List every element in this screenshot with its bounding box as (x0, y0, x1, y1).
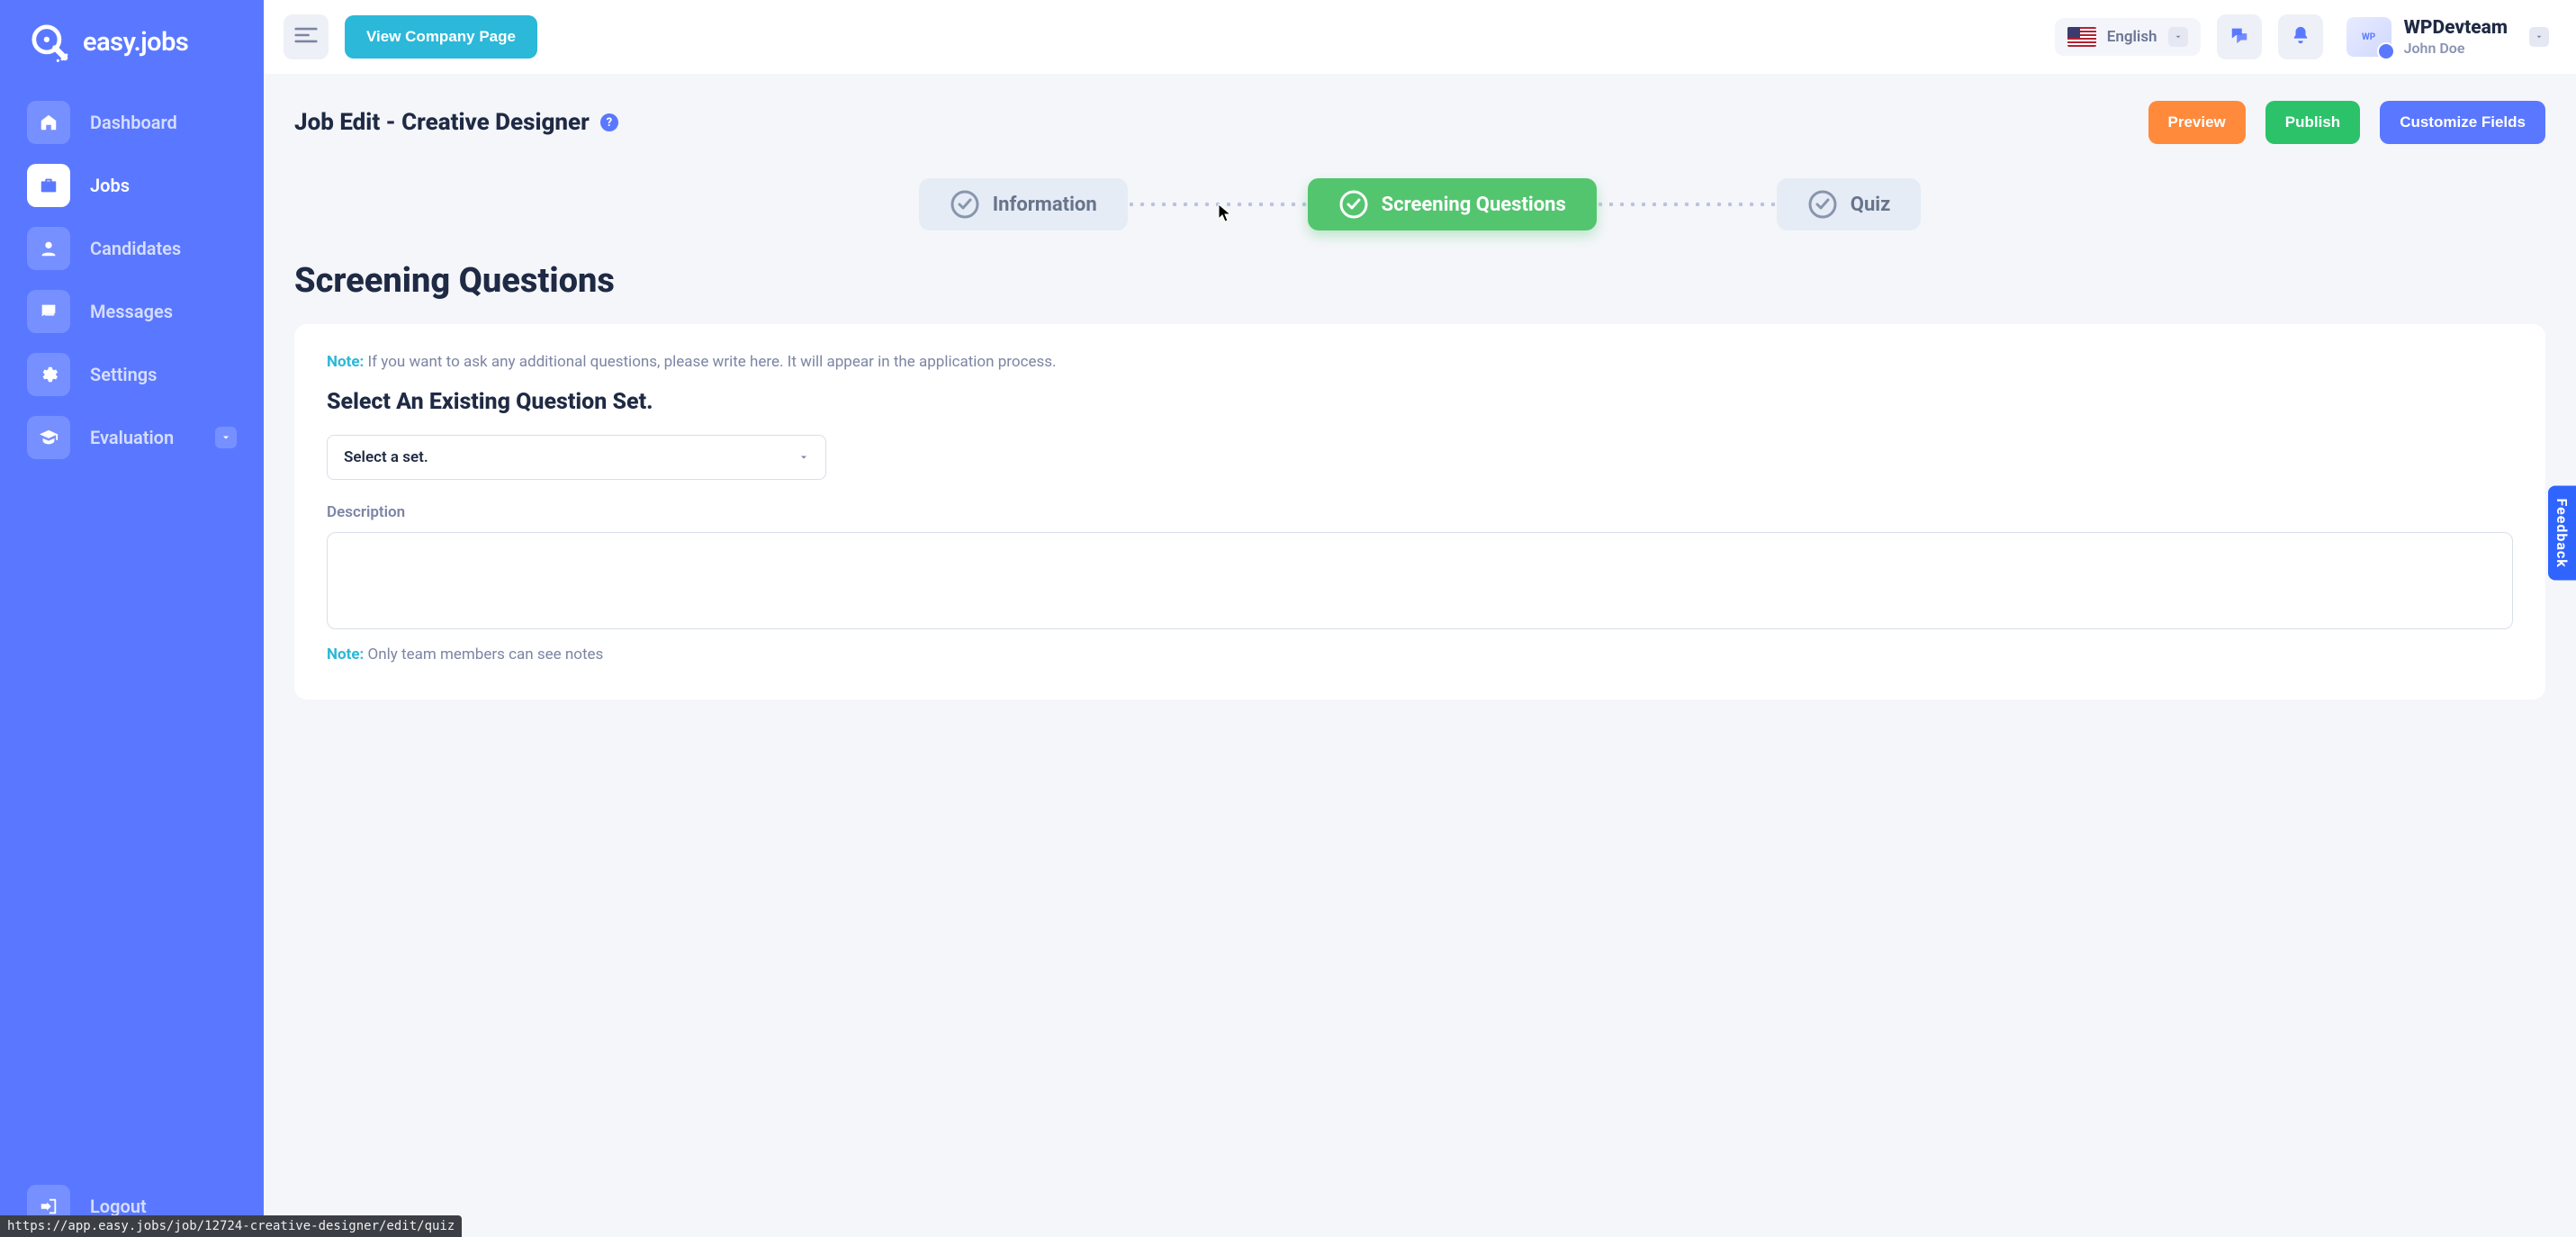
step-connector (1597, 202, 1777, 207)
sidebar-item-messages[interactable]: Messages (27, 290, 237, 333)
sidebar: easy.jobs Dashboard Jobs Candidates (0, 0, 264, 1237)
messages-button[interactable] (2217, 14, 2262, 59)
brand-name: easy.jobs (83, 27, 188, 58)
note-label: Note: (327, 646, 364, 664)
sidebar-item-jobs[interactable]: Jobs (27, 164, 237, 207)
menu-toggle-button[interactable] (284, 14, 329, 59)
description-textarea[interactable] (327, 532, 2513, 629)
gear-icon (27, 353, 70, 396)
screening-card: Note: If you want to ask any additional … (294, 324, 2545, 700)
avatar-badge-icon (2377, 42, 2395, 60)
step-connector (1128, 202, 1308, 207)
check-circle-icon (950, 189, 980, 220)
chevron-down-icon (2168, 27, 2188, 47)
select-set-title: Select An Existing Question Set. (327, 389, 2513, 415)
person-icon (27, 227, 70, 270)
description-label: Description (327, 503, 2513, 521)
bell-icon (2291, 25, 2310, 49)
step-progress: Information Screening Questions Quiz (294, 178, 2545, 230)
chat-icon (27, 290, 70, 333)
note-label: Note: (327, 353, 364, 371)
note-body: If you want to ask any additional questi… (364, 353, 1056, 371)
chat-bubbles-icon (2229, 25, 2249, 49)
browser-status-url: https://app.easy.jobs/job/12724-creative… (0, 1215, 462, 1237)
sidebar-item-label: Candidates (90, 238, 181, 259)
view-company-button[interactable]: View Company Page (345, 15, 537, 59)
notifications-button[interactable] (2278, 14, 2323, 59)
sidebar-item-dashboard[interactable]: Dashboard (27, 101, 237, 144)
graduation-cap-icon (27, 416, 70, 459)
page-header: Job Edit - Creative Designer ? Preview P… (294, 101, 2545, 144)
step-quiz[interactable]: Quiz (1777, 178, 1922, 230)
sidebar-item-label: Settings (90, 364, 157, 385)
sidebar-item-settings[interactable]: Settings (27, 353, 237, 396)
note-text-2: Note: Only team members can see notes (327, 646, 2513, 664)
topbar: View Company Page English (264, 0, 2576, 74)
step-information[interactable]: Information (919, 178, 1128, 230)
section-title: Screening Questions (294, 261, 2545, 301)
select-placeholder: Select a set. (344, 448, 428, 466)
chevron-down-icon (2529, 27, 2549, 47)
profile-menu[interactable]: WP WPDevteam John Doe (2339, 14, 2556, 60)
help-icon[interactable]: ? (600, 113, 618, 131)
sidebar-item-label: Evaluation (90, 427, 174, 448)
home-icon (27, 101, 70, 144)
check-circle-icon (1338, 189, 1369, 220)
avatar: WP (2346, 17, 2391, 57)
sidebar-item-label: Dashboard (90, 112, 177, 133)
app-root: easy.jobs Dashboard Jobs Candidates (0, 0, 2576, 1237)
sidebar-item-evaluation[interactable]: Evaluation (27, 416, 237, 459)
step-label: Information (993, 194, 1097, 216)
sidebar-item-label: Logout (90, 1196, 147, 1217)
language-label: English (2107, 28, 2157, 46)
step-screening-questions[interactable]: Screening Questions (1308, 178, 1597, 230)
publish-button[interactable]: Publish (2265, 101, 2360, 144)
question-set-select[interactable]: Select a set. (327, 435, 826, 480)
flag-us-icon (2067, 27, 2096, 47)
step-label: Quiz (1851, 194, 1891, 216)
customize-button[interactable]: Customize Fields (2380, 101, 2545, 144)
brand-logo[interactable]: easy.jobs (27, 11, 237, 92)
note-text: Note: If you want to ask any additional … (327, 353, 2513, 371)
main-area: View Company Page English (264, 0, 2576, 1237)
hamburger-icon (294, 26, 318, 48)
caret-down-icon (798, 449, 809, 466)
feedback-tab[interactable]: Feedback (2548, 485, 2576, 580)
brand-mark-icon (27, 20, 72, 65)
briefcase-icon (27, 164, 70, 207)
profile-text: WPDevteam John Doe (2404, 17, 2508, 57)
sidebar-item-label: Jobs (90, 175, 130, 196)
step-label: Screening Questions (1382, 194, 1566, 216)
note-body: Only team members can see notes (364, 646, 603, 664)
preview-button[interactable]: Preview (2148, 101, 2246, 144)
user-name: John Doe (2404, 40, 2508, 57)
chevron-down-icon (215, 427, 237, 448)
team-name: WPDevteam (2404, 17, 2508, 40)
page-title: Job Edit - Creative Designer (294, 109, 590, 136)
content: Job Edit - Creative Designer ? Preview P… (264, 74, 2576, 1237)
sidebar-nav: Dashboard Jobs Candidates Messages (27, 101, 237, 459)
sidebar-item-candidates[interactable]: Candidates (27, 227, 237, 270)
check-circle-icon (1807, 189, 1838, 220)
sidebar-item-label: Messages (90, 301, 173, 322)
language-selector[interactable]: English (2055, 18, 2201, 56)
